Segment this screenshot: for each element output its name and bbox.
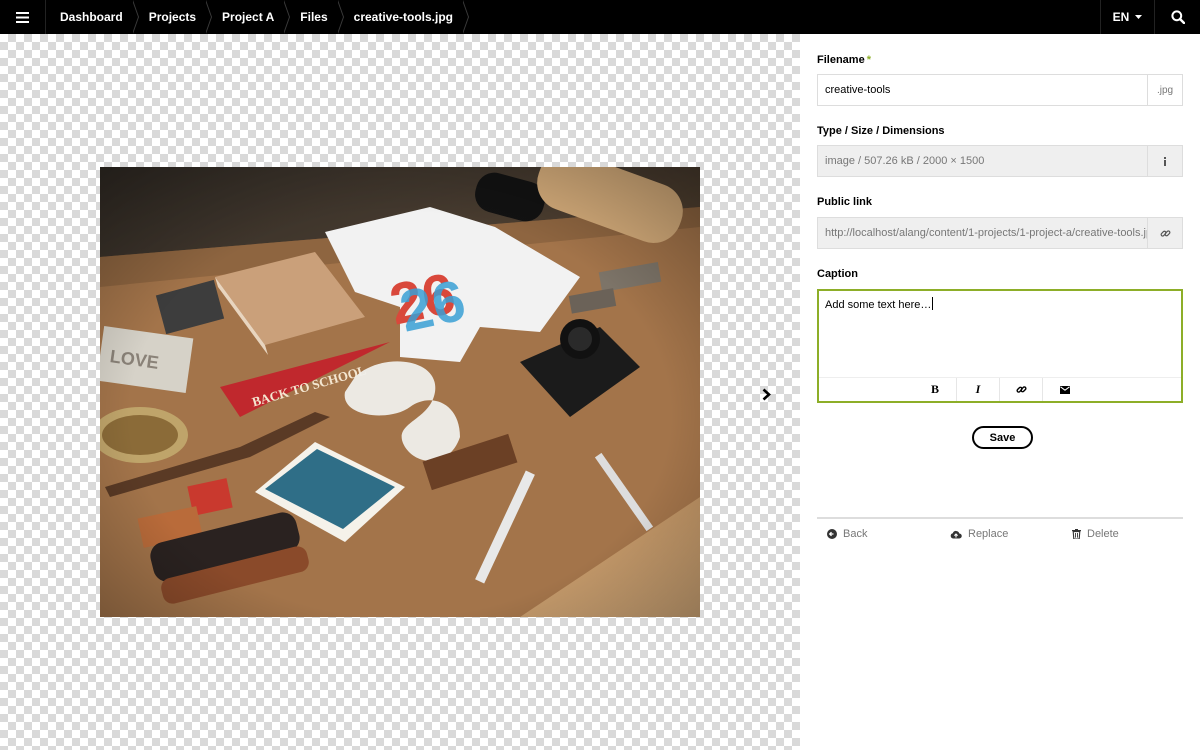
info-button[interactable] [1147,146,1182,176]
caption-editor[interactable]: Add some text here… B I [817,289,1183,403]
breadcrumb: Dashboard Projects Project A Files creat… [46,0,470,34]
search-button[interactable] [1154,0,1200,34]
insert-email-button[interactable] [1043,378,1086,401]
delete-label: Delete [1087,528,1119,540]
caret-down-icon [1135,15,1143,19]
filename-extension: .jpg [1147,75,1182,105]
filename-field: creative-tools .jpg [817,74,1183,106]
envelope-icon [1059,385,1070,394]
public-link-field: http://localhost/alang/content/1-project… [817,217,1183,249]
breadcrumb-label: creative-tools.jpg [353,10,454,24]
breadcrumb-item-files[interactable]: Files [286,0,345,34]
info-value: image / 507.26 kB / 2000 × 1500 [825,155,985,167]
delete-button[interactable]: Delete [1072,528,1119,540]
trash-icon [1072,529,1081,539]
link-icon [1015,386,1027,393]
hamburger-menu-icon [16,11,29,23]
back-button[interactable]: Back [827,528,867,540]
breadcrumb-item-project-a[interactable]: Project A [208,0,291,34]
info-field: image / 507.26 kB / 2000 × 1500 [817,145,1183,177]
breadcrumb-label: Projects [148,10,197,24]
caption-label: Caption [817,268,858,280]
breadcrumb-label: Project A [222,10,275,24]
filename-label: Filename * [817,54,871,66]
required-marker: * [866,54,871,66]
topbar-right: EN [1100,0,1200,34]
breadcrumb-label: Dashboard [60,10,123,24]
breadcrumb-item-projects[interactable]: Projects [135,0,213,34]
caption-textarea[interactable]: Add some text here… [825,297,933,311]
breadcrumb-item-dashboard[interactable]: Dashboard [46,0,139,34]
breadcrumb-label: Files [300,10,328,24]
insert-link-button[interactable] [1000,378,1043,401]
file-actions: Back Replace Delete [817,528,1183,544]
cloud-upload-icon [950,530,962,539]
replace-button[interactable]: Replace [950,528,1008,540]
caption-toolbar: B I [819,377,1181,401]
filename-input[interactable]: creative-tools [818,75,1147,105]
language-label: EN [1112,10,1130,24]
filename-label-text: Filename [817,54,865,66]
file-form: Filename * creative-tools .jpg Type / Siz… [800,34,1200,750]
italic-button[interactable]: I [957,378,1000,401]
save-button[interactable]: Save [972,426,1033,449]
info-icon [1164,156,1166,166]
bold-button[interactable]: B [914,378,957,401]
menu-button[interactable] [0,0,46,34]
next-file-button[interactable] [756,384,776,404]
topbar: Dashboard Projects Project A Files creat… [0,0,1200,34]
divider [817,517,1183,519]
open-link-button[interactable] [1147,218,1182,248]
info-label: Type / Size / Dimensions [817,125,945,137]
search-icon [1170,10,1185,24]
breadcrumb-item-current-file[interactable]: creative-tools.jpg [340,0,470,34]
replace-label: Replace [968,528,1009,540]
public-link-label: Public link [817,196,873,208]
arrow-circle-left-icon [827,529,837,539]
photo-illustration: 26 26 LOVE BACK TO SCHOOL [100,167,700,617]
file-preview: 26 26 LOVE BACK TO SCHOOL [0,34,800,750]
preview-image: 26 26 LOVE BACK TO SCHOOL [100,167,700,617]
language-selector[interactable]: EN [1100,0,1154,34]
back-label: Back [843,528,868,540]
link-icon [1160,229,1170,237]
public-link-value[interactable]: http://localhost/alang/content/1-project… [818,218,1147,248]
chevron-right-icon [762,388,771,400]
